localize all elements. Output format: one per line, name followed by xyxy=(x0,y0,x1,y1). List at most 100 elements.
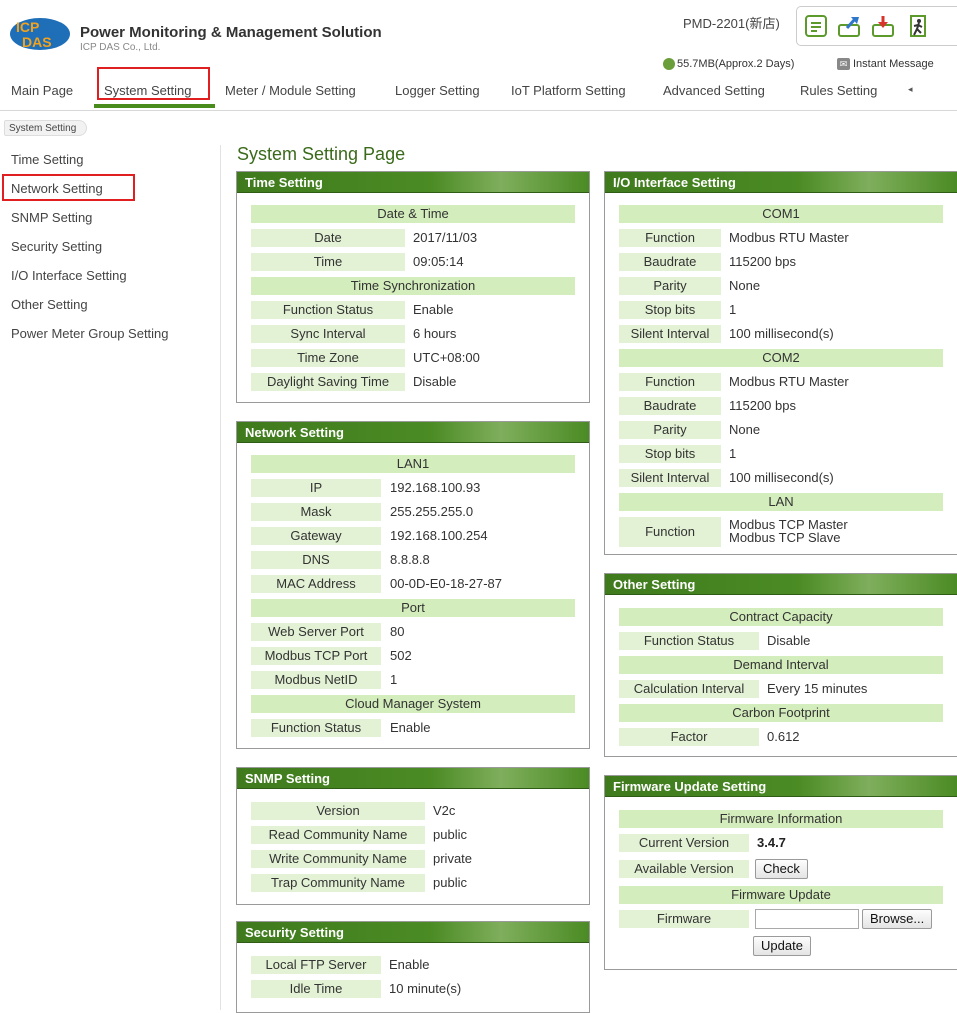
time-label: Time xyxy=(251,253,405,271)
svg-text:DAS: DAS xyxy=(22,34,52,50)
nav-meter-module-setting[interactable]: Meter / Module Setting xyxy=(225,83,356,98)
firmware-file-input[interactable] xyxy=(755,909,859,929)
nav-scroll-left-icon[interactable]: ◂ xyxy=(908,84,913,95)
security-setting-panel: Security Setting Local FTP Server Enable… xyxy=(236,921,590,1013)
breadcrumb[interactable]: System Setting xyxy=(4,120,88,136)
time-value: 09:05:14 xyxy=(413,254,464,269)
factor-label: Factor xyxy=(619,728,759,746)
sidebar-item-snmp-setting[interactable]: SNMP Setting xyxy=(11,210,92,225)
contract-function-status-value: Disable xyxy=(767,633,811,648)
storage-status: 55.7MB(Approx.2 Days) xyxy=(663,58,794,70)
com1-stop-bits-value: 1 xyxy=(729,302,737,317)
firmware-file-label: Firmware xyxy=(619,910,749,928)
sync-function-status-value: Enable xyxy=(413,302,454,317)
sidebar-active-highlight xyxy=(2,174,135,201)
available-version-label: Available Version xyxy=(619,860,749,878)
ip-label: IP xyxy=(251,479,381,497)
dns-label: DNS xyxy=(251,551,381,569)
com1-parity-value: None xyxy=(729,278,761,293)
date-label: Date xyxy=(251,229,405,247)
mac-address-value: 00-0D-E0-18-27-87 xyxy=(390,576,503,591)
storage-text: 55.7MB(Approx.2 Days) xyxy=(677,58,795,70)
section-lan1: LAN1 xyxy=(251,455,575,473)
icpdas-logo: ICP DAS xyxy=(8,14,72,52)
instant-message-link[interactable]: ✉ Instant Message xyxy=(837,58,934,70)
com2-stop-bits-label: Stop bits xyxy=(619,445,721,463)
section-date-time: Date & Time xyxy=(251,205,575,223)
nav-active-underline xyxy=(94,104,215,108)
logout-icon[interactable] xyxy=(905,13,931,39)
time-zone-label: Time Zone xyxy=(251,349,405,367)
nav-logger-setting[interactable]: Logger Setting xyxy=(395,83,480,98)
factor-value: 0.612 xyxy=(767,729,800,744)
snmp-setting-panel: SNMP Setting Version V2c Read Community … xyxy=(236,767,590,905)
disk-icon xyxy=(663,58,675,70)
document-icon[interactable] xyxy=(803,13,829,39)
update-button[interactable]: Update xyxy=(753,936,811,956)
modbus-tcp-port-value: 502 xyxy=(390,648,412,663)
contract-function-status-label: Function Status xyxy=(619,632,759,650)
section-contract-capacity: Contract Capacity xyxy=(619,608,943,626)
upload-icon[interactable] xyxy=(837,13,863,39)
ip-value: 192.168.100.93 xyxy=(390,480,481,495)
trap-community-label: Trap Community Name xyxy=(251,874,425,892)
com1-function-label: Function xyxy=(619,229,721,247)
browse-button[interactable]: Browse... xyxy=(862,909,933,929)
web-server-port-value: 80 xyxy=(390,624,405,639)
com2-function-value: Modbus RTU Master xyxy=(729,374,849,389)
sidebar-item-io-interface-setting[interactable]: I/O Interface Setting xyxy=(11,268,127,283)
mask-value: 255.255.255.0 xyxy=(390,504,474,519)
current-version-label: Current Version xyxy=(619,834,749,852)
web-server-port-label: Web Server Port xyxy=(251,623,381,641)
com1-silent-interval-value: 100 millisecond(s) xyxy=(729,326,834,341)
write-community-value: private xyxy=(433,851,473,866)
com2-baudrate-value: 115200 bps xyxy=(729,398,796,413)
panel-title: Firmware Update Setting xyxy=(605,776,957,797)
other-setting-panel: Other Setting Contract Capacity Function… xyxy=(604,573,957,757)
section-lan: LAN xyxy=(619,493,943,511)
download-icon[interactable] xyxy=(871,13,897,39)
section-com2: COM2 xyxy=(619,349,943,367)
gateway-label: Gateway xyxy=(251,527,381,545)
section-demand-interval: Demand Interval xyxy=(619,656,943,674)
section-cloud-manager: Cloud Manager System xyxy=(251,695,575,713)
sync-interval-label: Sync Interval xyxy=(251,325,405,343)
nav-main-page[interactable]: Main Page xyxy=(11,83,73,98)
write-community-label: Write Community Name xyxy=(251,850,425,868)
panel-title: SNMP Setting xyxy=(237,768,589,789)
section-firmware-information: Firmware Information xyxy=(619,810,943,828)
nav-rules-setting[interactable]: Rules Setting xyxy=(800,83,877,98)
local-ftp-server-label: Local FTP Server xyxy=(251,956,381,974)
date-value: 2017/11/03 xyxy=(413,230,478,245)
snmp-version-label: Version xyxy=(251,802,425,820)
app-title: Power Monitoring & Management Solution xyxy=(80,24,382,41)
sidebar-item-power-meter-group-setting[interactable]: Power Meter Group Setting xyxy=(11,326,169,341)
current-version-value: 3.4.7 xyxy=(757,835,786,850)
sidebar-item-security-setting[interactable]: Security Setting xyxy=(11,239,102,254)
lan-function-value-slave: Modbus TCP Slave xyxy=(729,530,841,545)
modbus-netid-value: 1 xyxy=(390,672,398,687)
com1-silent-interval-label: Silent Interval xyxy=(619,325,721,343)
com2-parity-value: None xyxy=(729,422,761,437)
panel-title: Security Setting xyxy=(237,922,589,943)
sync-function-status-label: Function Status xyxy=(251,301,405,319)
nav-advanced-setting[interactable]: Advanced Setting xyxy=(663,83,765,98)
mac-address-label: MAC Address xyxy=(251,575,381,593)
idle-time-label: Idle Time xyxy=(251,980,381,998)
nav-iot-platform-setting[interactable]: IoT Platform Setting xyxy=(511,83,626,98)
sync-interval-value: 6 hours xyxy=(413,326,457,341)
dns-value: 8.8.8.8 xyxy=(390,552,430,567)
com1-function-value: Modbus RTU Master xyxy=(729,230,849,245)
com2-silent-interval-label: Silent Interval xyxy=(619,469,721,487)
calculation-interval-value: Every 15 minutes xyxy=(767,681,868,696)
dst-value: Disable xyxy=(413,374,457,389)
sidebar-item-other-setting[interactable]: Other Setting xyxy=(11,297,88,312)
network-setting-panel: Network Setting LAN1 IP 192.168.100.93 M… xyxy=(236,421,590,749)
svg-text:ICP: ICP xyxy=(16,19,39,35)
dst-label: Daylight Saving Time xyxy=(251,373,405,391)
section-time-sync: Time Synchronization xyxy=(251,277,575,295)
local-ftp-server-value: Enable xyxy=(389,957,430,972)
check-button[interactable]: Check xyxy=(755,859,808,879)
sidebar-item-time-setting[interactable]: Time Setting xyxy=(11,152,84,167)
message-icon: ✉ xyxy=(837,58,850,70)
